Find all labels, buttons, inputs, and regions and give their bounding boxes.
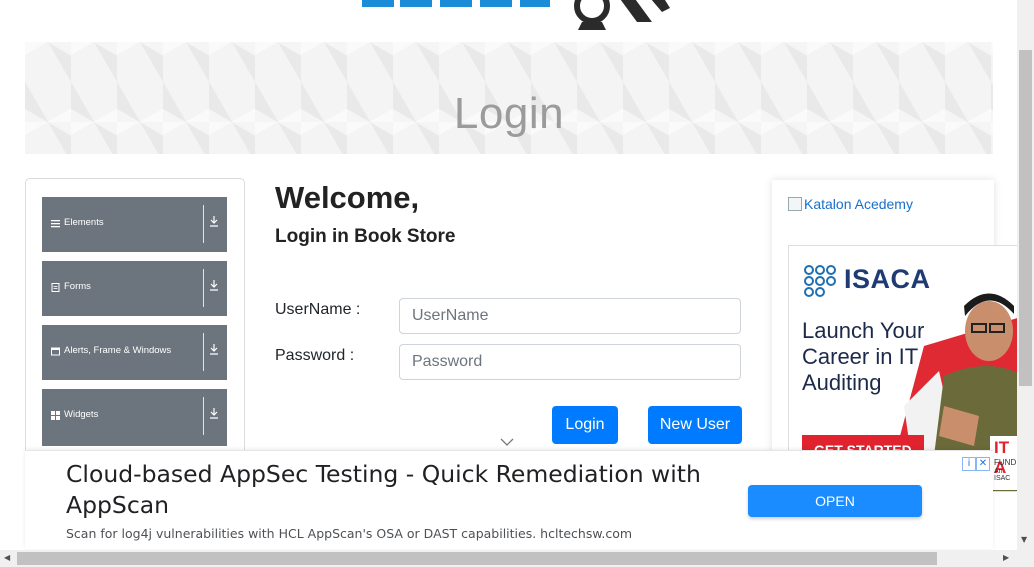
- sidebar-group-label: Widgets: [64, 409, 99, 420]
- broken-image-icon: [788, 197, 802, 211]
- divider: [203, 205, 204, 243]
- bottom-ad-open-button[interactable]: OPEN: [748, 485, 922, 517]
- vertical-scrollbar[interactable]: ▼: [1017, 0, 1034, 550]
- new-user-button[interactable]: New User: [648, 406, 742, 444]
- left-sidebar: Elements Forms Alerts, Frame & Windows W…: [25, 178, 245, 480]
- form-icon: [51, 283, 60, 292]
- katalon-ad-alt-text: Katalon Acedemy: [804, 196, 913, 212]
- sidebar-group-label: Alerts, Frame & Windows: [64, 345, 172, 356]
- username-label: UserName :: [275, 301, 361, 318]
- scroll-left-arrow-icon[interactable]: ◀: [4, 553, 10, 562]
- ad-close-icon[interactable]: ✕: [976, 457, 990, 471]
- divider: [203, 397, 204, 435]
- download-icon: [209, 215, 219, 230]
- it-ad-line1: FUND: [994, 458, 1017, 467]
- widgets-icon: [51, 411, 60, 420]
- download-icon: [209, 343, 219, 358]
- ad-choices[interactable]: i ✕: [962, 451, 992, 471]
- download-icon: [209, 407, 219, 422]
- sidebar-group-label: Elements: [64, 217, 104, 228]
- divider: [203, 269, 204, 307]
- katalon-ad-link[interactable]: Katalon Acedemy: [788, 196, 913, 212]
- it-ad-fragment[interactable]: IT A FUND An ISAC: [990, 436, 1020, 490]
- scroll-down-arrow-icon[interactable]: ▼: [1021, 535, 1027, 544]
- horizontal-scrollbar[interactable]: ◀ ▶: [0, 550, 1034, 567]
- login-subheading: Login in Book Store: [275, 226, 456, 247]
- site-logo[interactable]: [360, 0, 680, 32]
- sidebar-group-alerts-frame-windows[interactable]: Alerts, Frame & Windows: [42, 325, 227, 380]
- bottom-ad-headline[interactable]: Cloud-based AppSec Testing - Quick Remed…: [66, 459, 716, 521]
- ad-info-icon[interactable]: i: [962, 457, 976, 471]
- vertical-scroll-thumb[interactable]: [1019, 50, 1032, 386]
- login-button[interactable]: Login: [552, 406, 618, 444]
- username-input[interactable]: [399, 298, 741, 334]
- password-input[interactable]: [399, 344, 741, 380]
- toolsqa-logo-icon: [362, 0, 670, 30]
- isaca-headline: Launch Your Career in IT Auditing: [802, 318, 925, 395]
- list-icon: [51, 219, 60, 228]
- divider: [203, 333, 204, 371]
- page-banner: Login: [25, 42, 993, 154]
- password-label: Password :: [275, 347, 355, 364]
- horizontal-scroll-thumb[interactable]: [17, 552, 937, 565]
- page-title: Login: [453, 89, 565, 138]
- sidebar-group-widgets[interactable]: Widgets: [42, 389, 227, 446]
- bottom-ad-description: Scan for log4j vulnerabilities with HCL …: [66, 526, 633, 541]
- chevron-down-icon[interactable]: [500, 434, 514, 448]
- isaca-logo-icon: [804, 265, 836, 297]
- scroll-right-arrow-icon[interactable]: ▶: [1003, 553, 1009, 562]
- window-icon: [51, 347, 60, 356]
- sidebar-group-label: Forms: [64, 281, 91, 292]
- welcome-heading: Welcome,: [275, 180, 420, 215]
- sidebar-group-forms[interactable]: Forms: [42, 261, 227, 316]
- bottom-ad-banner[interactable]: Cloud-based AppSec Testing - Quick Remed…: [25, 450, 993, 549]
- download-icon: [209, 279, 219, 294]
- sidebar-group-elements[interactable]: Elements: [42, 197, 227, 252]
